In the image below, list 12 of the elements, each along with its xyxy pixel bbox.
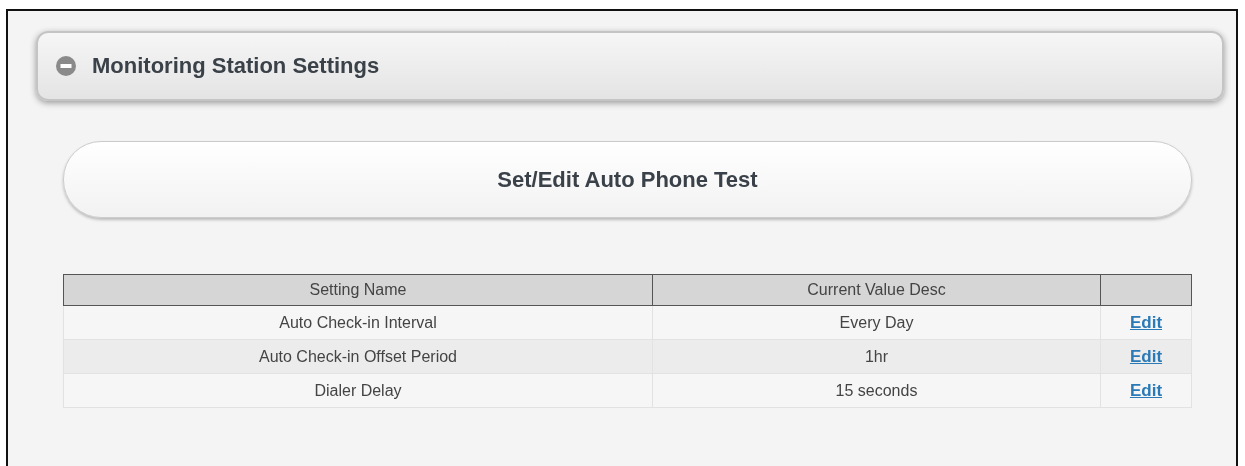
table-cell: Auto Check-in Offset Period: [63, 339, 653, 374]
table-cell: 1hr: [652, 339, 1101, 374]
collapse-icon[interactable]: [56, 56, 76, 76]
table-cell: 15 seconds: [652, 373, 1101, 408]
table-cell: Auto Check-in Interval: [63, 305, 653, 340]
set-edit-button[interactable]: Set/Edit Auto Phone Test: [63, 141, 1192, 218]
column-header: Current Value Desc: [652, 274, 1101, 306]
panel-title: Monitoring Station Settings: [92, 53, 380, 79]
column-header: Setting Name: [63, 274, 653, 306]
table-cell: Dialer Delay: [63, 373, 653, 408]
panel-header[interactable]: Monitoring Station Settings: [36, 31, 1224, 101]
table-cell: Every Day: [652, 305, 1101, 340]
